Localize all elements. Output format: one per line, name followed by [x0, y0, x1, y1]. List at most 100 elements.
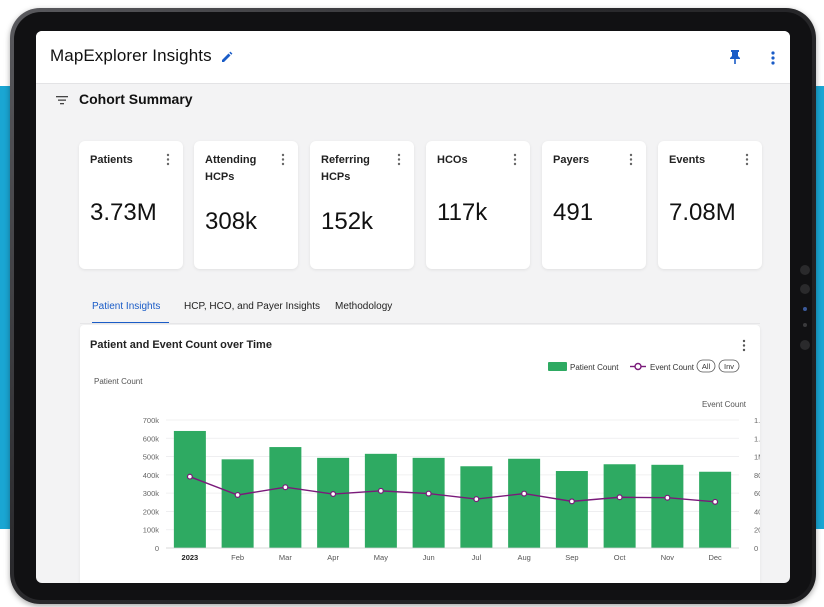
- pin-icon[interactable]: [728, 49, 742, 65]
- edit-pencil-icon[interactable]: [221, 51, 233, 63]
- tabs-divider: [80, 323, 760, 324]
- metric-label: Referring HCPs: [321, 154, 370, 183]
- metric-card-hcos: HCOs 117k: [426, 141, 530, 269]
- metric-value: 308k: [205, 208, 258, 235]
- y2-tick-label: 200k: [754, 526, 760, 535]
- tablet-sensor-dot: [803, 307, 807, 311]
- y2-tick-label: 0: [754, 544, 758, 553]
- x-tick-label: Aug: [517, 553, 530, 562]
- legend-label-event: Event Count: [650, 363, 695, 372]
- card-menu-icon[interactable]: [745, 153, 749, 166]
- metric-value: 117k: [437, 199, 488, 226]
- filter-icon[interactable]: [56, 94, 68, 106]
- tablet-sensor-dot: [800, 284, 810, 294]
- y2-tick-label: 800k: [754, 471, 760, 480]
- card-menu-icon[interactable]: [513, 153, 517, 166]
- bar-patient-count: [508, 458, 541, 548]
- top-bar: MapExplorer Insights: [36, 31, 790, 84]
- event-count-point: [377, 487, 384, 494]
- x-tick-label: Sep: [565, 553, 578, 562]
- x-tick-label: Dec: [708, 553, 722, 562]
- more-options-icon[interactable]: [770, 50, 776, 66]
- metric-value: 7.08M: [669, 199, 736, 226]
- event-count-point: [473, 496, 480, 503]
- legend-swatch-patient: [548, 362, 567, 371]
- tab-hcp-hco-payer-insights[interactable]: HCP, HCO, and Payer Insights: [184, 301, 320, 312]
- event-count-point: [186, 473, 193, 480]
- event-count-line: [189, 476, 716, 503]
- bar-patient-count: [269, 447, 302, 548]
- y-axis-label: Patient Count: [94, 377, 143, 386]
- x-tick-label: Nov: [661, 553, 675, 562]
- legend-label-patient: Patient Count: [570, 363, 619, 372]
- event-count-point: [521, 490, 528, 497]
- tablet-sensor-dot: [803, 323, 807, 327]
- metric-value: 152k: [321, 208, 374, 235]
- card-menu-icon[interactable]: [281, 153, 285, 166]
- metric-label: Attending HCPs: [205, 154, 257, 183]
- y-tick-label: 0: [155, 544, 159, 553]
- bar-patient-count: [699, 471, 732, 548]
- x-tick-label: Apr: [327, 553, 339, 562]
- tablet-sensor-dot: [800, 340, 810, 350]
- tab-methodology[interactable]: Methodology: [335, 301, 392, 312]
- y2-tick-label: 1.2M: [754, 434, 760, 443]
- y2-tick-label: 1M: [754, 453, 760, 462]
- bar-patient-count: [364, 453, 397, 548]
- x-tick-label: Feb: [231, 553, 244, 562]
- event-count-point: [330, 491, 337, 498]
- metric-label: Payers: [553, 154, 590, 166]
- app-title: MapExplorer Insights: [50, 46, 212, 65]
- x-tick-label: May: [374, 553, 388, 562]
- y-tick-label: 600k: [143, 434, 160, 443]
- x-tick-label: 2023: [182, 553, 199, 562]
- y-tick-label: 100k: [143, 526, 160, 535]
- x-tick-label: Oct: [614, 553, 627, 562]
- card-menu-icon[interactable]: [397, 153, 401, 166]
- section-title: Cohort Summary: [79, 91, 193, 107]
- event-count-point: [712, 498, 719, 505]
- event-count-point: [282, 484, 289, 491]
- y-tick-label: 500k: [143, 453, 160, 462]
- bar-patient-count: [603, 464, 636, 548]
- card-menu-icon[interactable]: [629, 153, 633, 166]
- event-count-point: [664, 494, 671, 501]
- card-menu-icon[interactable]: [166, 153, 170, 166]
- bar-patient-count: [412, 457, 445, 548]
- legend-marker-event: [634, 362, 642, 371]
- metric-card-payers: Payers 491: [542, 141, 646, 269]
- metric-value: 491: [553, 199, 594, 226]
- bar-patient-count: [555, 471, 588, 548]
- event-count-point: [425, 490, 432, 497]
- bar-patient-count: [317, 457, 350, 548]
- legend-inv-label: Inv: [724, 362, 734, 371]
- patient-event-chart: Patient Count Event Count All Inv 0 0 100k…: [94, 359, 760, 562]
- y-tick-label: 400k: [143, 471, 160, 480]
- bar-patient-count: [460, 466, 493, 548]
- y2-tick-label: 400k: [754, 507, 760, 516]
- tablet-sensor-dot: [800, 265, 810, 275]
- y-tick-label: 200k: [143, 507, 160, 516]
- metric-value: 3.73M: [90, 199, 157, 226]
- y-tick-label: 300k: [143, 489, 160, 498]
- y2-axis-label: Event Count: [702, 400, 747, 409]
- metric-card-attending-hcps: Attending HCPs 308k: [194, 141, 298, 269]
- event-count-point: [616, 494, 623, 501]
- event-count-point: [568, 498, 575, 505]
- tab-patient-insights[interactable]: Patient Insights: [92, 301, 160, 312]
- metric-card-referring-hcps: Referring HCPs 152k: [310, 141, 414, 269]
- y2-tick-label: 1.4M: [754, 416, 760, 425]
- metric-label: Patients: [90, 154, 133, 166]
- metric-card-events: Events 7.08M: [658, 141, 762, 269]
- x-tick-label: Jun: [423, 553, 435, 562]
- metric-label: Events: [669, 154, 706, 166]
- app-screen: MapExplorer Insights Cohort Summary Pati…: [36, 31, 790, 583]
- bar-patient-count: [651, 464, 684, 548]
- metric-card-patients: Patients 3.73M: [79, 141, 183, 269]
- event-count-point: [234, 491, 241, 498]
- y-tick-label: 700k: [143, 416, 160, 425]
- metric-label: HCOs: [437, 154, 468, 166]
- y2-tick-label: 600k: [754, 489, 760, 498]
- bar-patient-count: [173, 430, 206, 548]
- bar-patient-count: [221, 459, 254, 548]
